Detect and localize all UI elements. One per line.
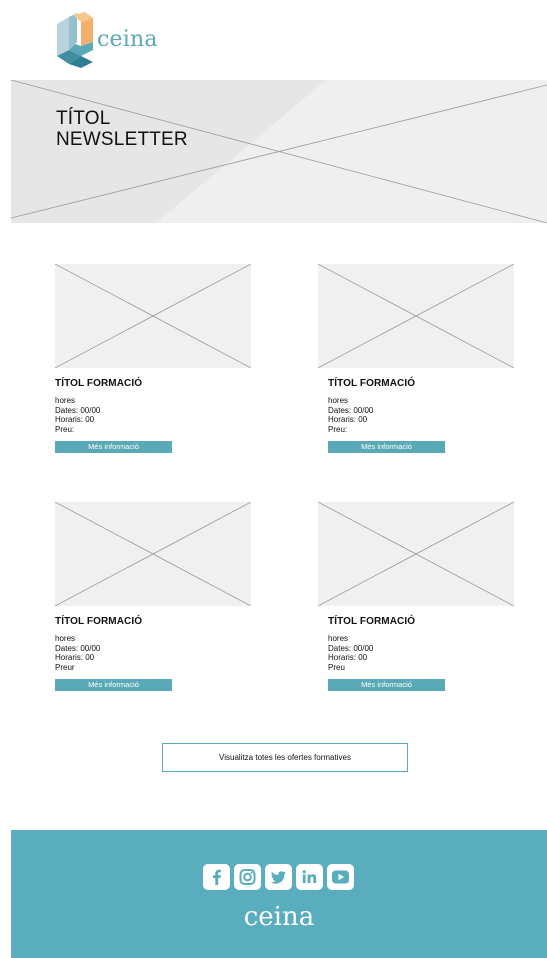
instagram-icon[interactable]: [234, 864, 261, 890]
linkedin-icon[interactable]: [296, 864, 323, 890]
course-price: Preu:: [328, 424, 348, 434]
more-info-button[interactable]: Més informació: [328, 441, 445, 454]
course-details: hores Dates: 00/00 Horaris: 00 Preur: [55, 634, 251, 672]
course-schedule: Horaris: 00: [55, 653, 95, 663]
social-links: [203, 864, 354, 890]
course-details: hores Dates: 00/00 Horaris: 00 Preu:: [55, 396, 251, 434]
course-card: TÍTOL FORMACIÓ hores Dates: 00/00 Horari…: [55, 264, 251, 454]
course-schedule: Horaris: 00: [328, 415, 368, 425]
course-hours: hores: [55, 396, 76, 405]
youtube-icon[interactable]: [327, 864, 354, 890]
course-price: Preu:: [55, 424, 75, 434]
course-schedule: Horaris: 00: [55, 415, 95, 425]
course-title: TÍTOL FORMACIÓ: [55, 378, 143, 389]
course-title: TÍTOL FORMACIÓ: [55, 616, 143, 627]
course-image-placeholder: [55, 264, 251, 368]
course-schedule: Horaris: 00: [328, 653, 368, 663]
course-card: TÍTOL FORMACIÓ hores Dates: 00/00 Horari…: [318, 502, 514, 692]
course-price: Preu: [328, 662, 345, 672]
ceina-logo[interactable]: ceina: [55, 12, 175, 68]
facebook-icon[interactable]: [203, 864, 230, 890]
view-all-offers-button[interactable]: Visualitza totes les ofertes formatives: [162, 743, 408, 772]
footer-brand: ceina: [243, 902, 315, 932]
course-hours: hores: [55, 634, 76, 643]
footer: ceina: [11, 830, 547, 958]
course-card: TÍTOL FORMACIÓ hores Dates: 00/00 Horari…: [55, 502, 251, 692]
course-hours: hores: [328, 396, 349, 405]
course-dates: Dates: 00/00: [328, 405, 374, 415]
course-card: TÍTOL FORMACIÓ hores Dates: 00/00 Horari…: [318, 264, 514, 454]
course-details: hores Dates: 00/00 Horaris: 00 Preu: [328, 634, 514, 672]
course-image-placeholder: [318, 502, 514, 606]
hero-banner-placeholder: TÍTOL NEWSLETTER: [11, 80, 547, 223]
course-title: TÍTOL FORMACIÓ: [328, 378, 416, 389]
ceina-logo-text: ceina: [97, 27, 158, 52]
twitter-icon[interactable]: [265, 864, 292, 890]
more-info-button[interactable]: Més informació: [328, 679, 445, 692]
newsletter-title: TÍTOL NEWSLETTER: [56, 108, 188, 150]
course-image-placeholder: [55, 502, 251, 606]
course-dates: Dates: 00/00: [328, 643, 374, 653]
more-info-button[interactable]: Més informació: [55, 679, 172, 692]
hero-placeholder-graphic: [11, 80, 547, 223]
ceina-logo-mark: [57, 12, 93, 68]
course-details: hores Dates: 00/00 Horaris: 00 Preu:: [328, 396, 514, 434]
course-dates: Dates: 00/00: [55, 405, 101, 415]
course-image-placeholder: [318, 264, 514, 368]
more-info-button[interactable]: Més informació: [55, 441, 172, 454]
course-price: Preur: [55, 662, 75, 672]
course-dates: Dates: 00/00: [55, 643, 101, 653]
course-hours: hores: [328, 634, 349, 643]
course-title: TÍTOL FORMACIÓ: [328, 616, 416, 627]
